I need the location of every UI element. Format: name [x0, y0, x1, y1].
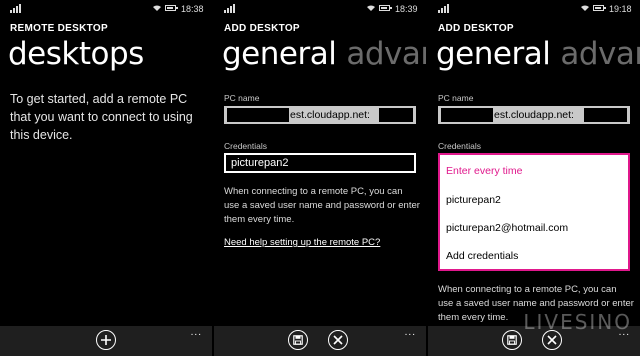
pivot-item-general[interactable]: general [436, 36, 551, 72]
wifi-icon [152, 3, 162, 14]
screen-add-desktop-credentials-open: 19:18 ADD DESKTOP generaladvance PC name… [428, 0, 640, 356]
credential-option-add-credentials[interactable]: Add credentials [446, 250, 518, 262]
pc-name-label: PC name [438, 93, 474, 103]
credentials-input[interactable]: picturepan2 [224, 153, 416, 173]
status-time: 18:39 [395, 4, 418, 14]
help-setup-link[interactable]: Need help setting up the remote PC? [224, 237, 380, 248]
pivot-item-desktops[interactable]: desktops [8, 36, 144, 72]
add-icon [101, 335, 111, 345]
save-button[interactable] [502, 330, 522, 350]
app-title: ADD DESKTOP [224, 23, 300, 34]
app-bar: ... [0, 326, 212, 356]
app-bar: ... [214, 326, 426, 356]
add-desktop-button[interactable] [96, 330, 116, 350]
pivot-header: desktops [8, 36, 144, 72]
pivot-item-general[interactable]: general [222, 36, 337, 72]
save-button[interactable] [288, 330, 308, 350]
pc-name-label: PC name [224, 93, 260, 103]
redacted-block [227, 108, 289, 122]
credentials-label: Credentials [224, 141, 267, 151]
status-bar: 18:39 [214, 0, 426, 18]
more-icon[interactable]: ... [191, 327, 202, 338]
app-title: REMOTE DESKTOP [10, 23, 108, 34]
pc-name-field[interactable]: est.cloudapp.net: [438, 106, 630, 124]
status-time: 19:18 [609, 4, 632, 14]
credentials-dropdown[interactable]: Enter every time picturepan2 picturepan2… [438, 153, 630, 271]
watermark: LIVESINO [523, 310, 632, 334]
signal-icon [438, 4, 449, 13]
pivot-header: generaladvance [222, 36, 426, 72]
battery-icon [593, 5, 606, 11]
more-icon[interactable]: ... [405, 327, 416, 338]
pc-name-value: est.cloudapp.net: [290, 109, 370, 121]
pivot-item-advanced[interactable]: advance [560, 36, 640, 72]
battery-icon [379, 5, 392, 11]
wifi-icon [366, 3, 376, 14]
screen-desktops: 18:38 REMOTE DESKTOP desktops To get sta… [0, 0, 212, 356]
signal-icon [224, 4, 235, 13]
credential-option-enter-every-time[interactable]: Enter every time [446, 165, 522, 177]
battery-icon [165, 5, 178, 11]
pivot-item-advanced[interactable]: advance [346, 36, 426, 72]
credentials-label: Credentials [438, 141, 481, 151]
credential-option-hotmail[interactable]: picturepan2@hotmail.com [446, 222, 568, 234]
signal-icon [10, 4, 21, 13]
cancel-icon [333, 335, 343, 345]
pivot-header: generaladvance [436, 36, 640, 72]
wifi-icon [580, 3, 590, 14]
save-icon [507, 335, 517, 345]
credentials-help-text: When connecting to a remote PC, you can … [224, 186, 420, 225]
save-icon [293, 335, 303, 345]
cancel-button[interactable] [328, 330, 348, 350]
screen-add-desktop: 18:39 ADD DESKTOP generaladvance PC name… [214, 0, 426, 356]
status-bar: 18:38 [0, 0, 212, 18]
redacted-block [441, 108, 493, 122]
status-bar: 19:18 [428, 0, 640, 18]
redacted-block [379, 108, 413, 122]
redacted-block [584, 108, 627, 122]
intro-text: To get started, add a remote PC that you… [10, 92, 193, 142]
app-title: ADD DESKTOP [438, 23, 514, 34]
pc-name-value: est.cloudapp.net: [494, 109, 574, 121]
credential-option-picturepan2[interactable]: picturepan2 [446, 194, 501, 206]
pc-name-field[interactable]: est.cloudapp.net: [224, 106, 416, 124]
status-time: 18:38 [181, 4, 204, 14]
cancel-icon [547, 335, 557, 345]
